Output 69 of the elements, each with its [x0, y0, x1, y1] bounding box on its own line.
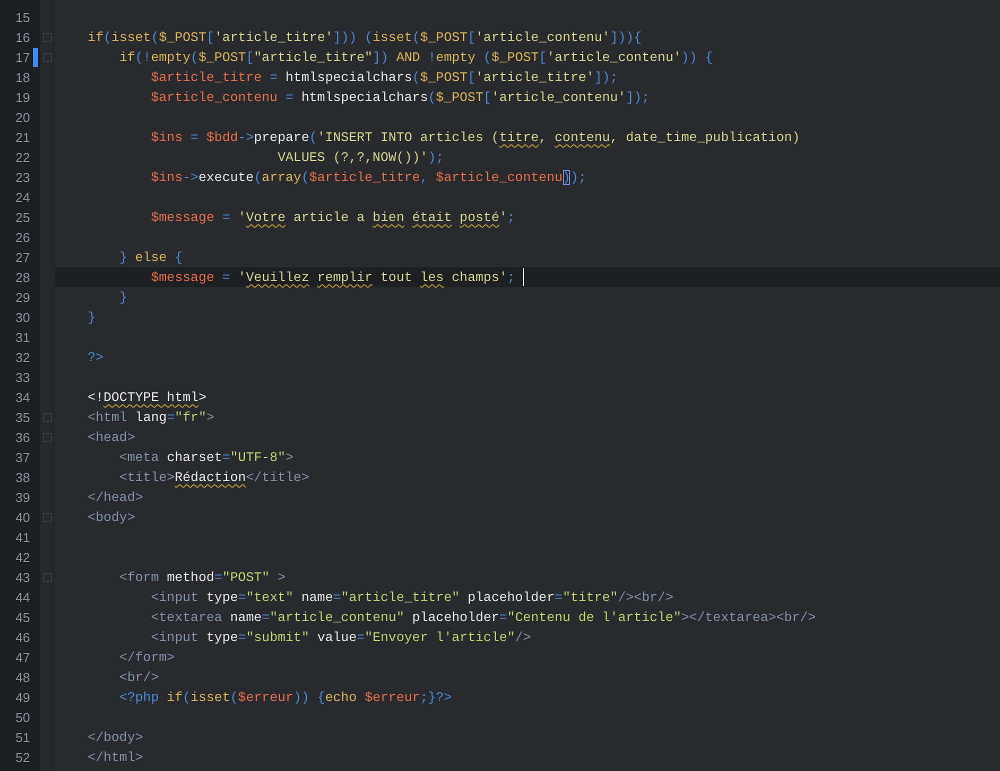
- code-line: <input type="text" name="article_titre" placeholder="titre"/><br/>: [150, 590, 674, 604]
- line-number: 19: [16, 90, 31, 104]
- line-number: 23: [16, 170, 31, 184]
- text-cursor: [523, 268, 524, 286]
- code-line: </html>: [86, 750, 144, 764]
- line-number: 48: [16, 670, 31, 684]
- line-number: 44: [16, 590, 31, 604]
- line-number: 52: [16, 750, 31, 764]
- line-number: 47: [16, 650, 31, 664]
- code-line: <head>: [86, 430, 136, 444]
- code-line: <title>Rédaction</title>: [118, 470, 310, 484]
- code-line: $article_contenu = htmlspecialchars($_POST['article_contenu']);: [150, 90, 650, 104]
- code-line: <meta charset="UTF-8">: [118, 450, 294, 464]
- line-number: 36: [16, 430, 31, 444]
- line-number: 39: [16, 490, 31, 504]
- line-number: 51: [16, 730, 31, 744]
- code-line: if(!empty($_POST["article_titre"]) AND !empty ($_POST['article_contenu')) {: [118, 50, 713, 64]
- code-line: <?php if(isset($erreur)) {echo $erreur;}?>: [118, 690, 452, 704]
- code-editor[interactable]: [0, 0, 1000, 771]
- code-line: }: [86, 310, 96, 324]
- line-number: 35: [16, 410, 31, 424]
- code-line: </head>: [86, 490, 144, 504]
- code-line: $ins->execute(array($article_titre, $article_contenu));: [150, 170, 586, 184]
- line-number: 21: [16, 130, 31, 144]
- line-number: 32: [16, 350, 31, 364]
- line-number: 43: [16, 570, 31, 584]
- code-line: <textarea name="article_contenu" placeholder="Centenu de l'article"></textarea><br/>: [150, 610, 816, 624]
- line-number: 20: [16, 110, 31, 124]
- line-number: 24: [16, 190, 31, 204]
- code-line: $article_titre = htmlspecialchars($_POST['article_titre']);: [150, 70, 618, 84]
- line-number: 33: [16, 370, 31, 384]
- code-line: VALUES (?,?,NOW())');: [276, 150, 444, 164]
- code-line: </form>: [118, 650, 175, 664]
- line-number: 40: [16, 510, 31, 524]
- line-number: 49: [16, 690, 31, 704]
- code-line: <body>: [86, 510, 136, 524]
- code-line: $message = 'Veuillez remplir tout les champs';: [150, 270, 516, 284]
- code-line: ?>: [86, 350, 104, 364]
- code-line: <form method="POST" >: [118, 570, 286, 584]
- line-number: 30: [16, 310, 31, 324]
- code-line: $ins = $bdd->prepare('INSERT INTO articles (titre, contenu, date_time_publication): [150, 130, 800, 144]
- line-number: 46: [16, 630, 31, 644]
- line-number: 27: [16, 250, 31, 264]
- line-number: 28: [16, 270, 31, 284]
- line-number: 22: [16, 150, 31, 164]
- line-number: 16: [16, 30, 31, 44]
- line-number: 18: [16, 70, 31, 84]
- code-line: }: [118, 290, 128, 304]
- code-line: </body>: [86, 730, 144, 744]
- code-line: if(isset($_POST['article_titre'])) (isset($_POST['article_contenu'])){: [86, 30, 642, 44]
- code-line: <html lang="fr">: [86, 410, 214, 424]
- code-line: <input type="submit" value="Envoyer l'article"/>: [150, 630, 531, 644]
- line-number: 31: [16, 330, 31, 344]
- code-line: $message = 'Votre article a bien était posté';: [150, 210, 516, 224]
- line-number: 50: [16, 710, 31, 724]
- code-line: <br/>: [118, 670, 159, 684]
- line-number: 17: [16, 50, 31, 64]
- code-line: <!DOCTYPE html>: [86, 390, 206, 404]
- line-number: 41: [16, 530, 31, 544]
- line-number: 34: [16, 390, 31, 404]
- line-number: 26: [16, 230, 31, 244]
- line-number: 29: [16, 290, 31, 304]
- line-number: 37: [16, 450, 31, 464]
- line-number: 15: [16, 10, 31, 24]
- line-number: 45: [16, 610, 31, 624]
- line-number: 42: [16, 550, 31, 564]
- line-number: 38: [16, 470, 31, 484]
- line-number: 25: [16, 210, 31, 224]
- code-line: } else {: [118, 250, 183, 264]
